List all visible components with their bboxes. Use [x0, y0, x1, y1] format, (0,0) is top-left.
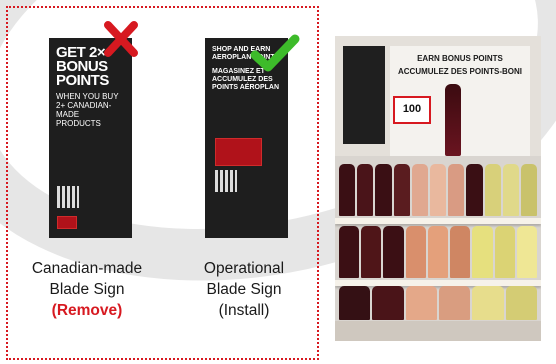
caption-line: Blade Sign [49, 281, 125, 298]
wine-bottle-image [445, 84, 461, 156]
caption-line: Blade Sign [206, 281, 282, 298]
x-mark-icon [104, 21, 138, 57]
poster-title-fr: ACCUMULEZ DES POINTS-BONI [398, 67, 522, 76]
shelf-row-top [339, 164, 538, 216]
check-mark-icon [250, 34, 300, 72]
caption-canadian-made-sign: Canadian-made Blade Sign (Remove) [22, 258, 152, 321]
points-badge: 100 [393, 96, 431, 124]
photo-floor [335, 321, 541, 341]
poster-title: EARN BONUS POINTS [417, 54, 503, 63]
caption-operational-sign: Operational Blade Sign (Install) [184, 258, 304, 321]
caption-action-remove: (Remove) [51, 302, 123, 319]
shelf-row-middle [339, 226, 537, 278]
shelf-row-bottom [339, 286, 537, 320]
caption-line: Canadian-made [31, 260, 143, 277]
caption-action-install: (Install) [218, 302, 270, 319]
photo-blade-sign [343, 46, 385, 144]
shelf [335, 218, 541, 224]
caption-line: Operational [203, 260, 285, 277]
store-display-photo: EARN BONUS POINTS ACCUMULEZ DES POINTS-B… [335, 36, 541, 341]
